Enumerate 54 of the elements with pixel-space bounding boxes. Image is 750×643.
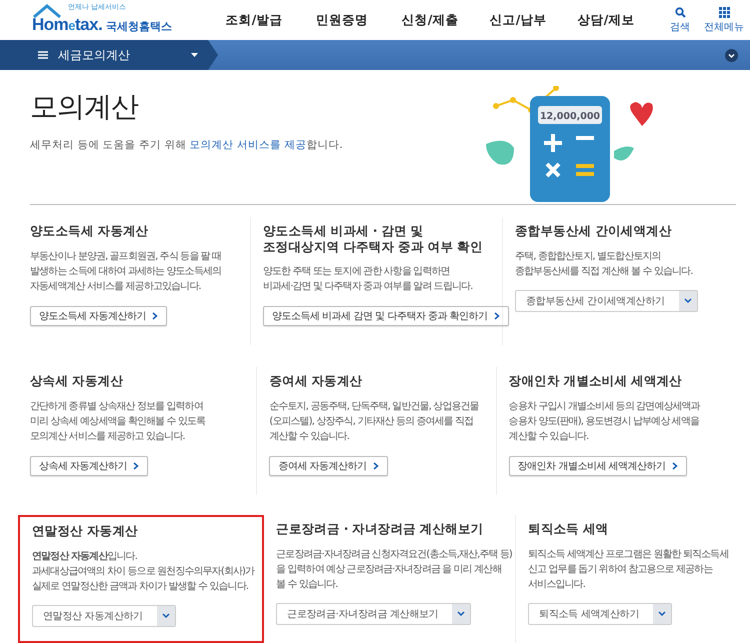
card-description: 주택, 종합합산토지, 별도합산토지의 종합부동산세를 직접 계산해 볼 수 있습니다. — [515, 250, 693, 279]
calculator-select[interactable]: 근로장려금·자녀장려금 계산해보기 — [276, 602, 472, 625]
utility-link[interactable]: 검색 — [670, 6, 690, 34]
service-link[interactable]: 모의계산 서비스를 제공 — [190, 139, 306, 151]
card-description: 양도한 주택 또는 토지에 관한 사항을 입력하면 비과세·감면 및 다주택자 중과 여부를 알려 드립니다. — [263, 265, 472, 294]
card-title: 근로장려금 · 자녀장려금 계산해보기 — [276, 521, 484, 537]
calculator-display: 12,000,000 — [540, 111, 600, 122]
chevron-right-icon — [372, 462, 379, 470]
card-title: 연말정산 자동계산 — [32, 523, 139, 539]
main-menu-item[interactable]: 상담/제보 — [562, 12, 650, 28]
page-description: 세무처리 등에 도움을 주기 위해 모의계산 서비스를 제공합니다. — [30, 138, 344, 152]
utility-link[interactable]: 전체메뉴 — [704, 6, 744, 34]
card-title: 퇴직소득 세액 — [528, 521, 610, 537]
menu-icon — [38, 51, 48, 59]
calculate-button[interactable]: 양도소득세 비과세 감면 및 다주택자 중과 확인하기 — [263, 306, 509, 326]
search-icon — [674, 6, 686, 18]
card-title: 상속세 자동계산 — [30, 373, 124, 389]
main-menu-item[interactable]: 조회/발급 — [210, 12, 298, 28]
card-title: 양도소득세 비과세 · 감면 및 조정대상지역 다주택자 중과 여부 확인 — [263, 223, 484, 254]
calculate-button[interactable]: 장애인차 개별소비세 세액계산하기 — [508, 456, 687, 476]
caret-icon — [191, 53, 198, 57]
page-title: 모의계산 — [30, 89, 140, 125]
location-bar-tip — [208, 40, 218, 70]
grid-menu-icon — [718, 6, 730, 18]
chevron-right-icon — [133, 462, 140, 470]
calculate-button[interactable]: 증여세 자동계산하기 — [269, 456, 388, 476]
card-description: 연말정산 자동계산입니다. 과세대상급여액의 차이 등으로 원천징수의무자(회사)가 실제로 연말정산한 금액과 차이가 발생할 수 있습니다. — [32, 550, 254, 594]
expand-button[interactable] — [725, 48, 738, 62]
card-description: 승용차 구입시 개별소비세 등의 감면예상세액과 승용차 양도(판매), 용도변경시 납부예상 세액을 계산할 수 있습니다. — [508, 400, 700, 444]
house-roof-icon — [32, 4, 62, 18]
chevron-down-icon — [162, 613, 170, 618]
chevron-right-icon — [152, 312, 158, 320]
chevron-down-icon — [658, 611, 666, 616]
chevron-down-icon — [457, 611, 466, 616]
main-menu-item[interactable]: 민원증명 — [298, 12, 386, 28]
calculate-button[interactable]: 양도소득세 자동계산하기 — [30, 306, 168, 326]
card-title: 장애인차 개별소비세 세액계산 — [508, 373, 683, 389]
calculator-select[interactable]: 퇴직소득 세액계산하기 — [528, 602, 672, 625]
card-description: 순수토지, 공동주택, 단독주택, 일반건물, 상업용건물 (오피스텔), 상장주식, 기타재산 등의 증여세를 직접 계산할 수 있습니다. — [269, 400, 479, 444]
calculator-select[interactable]: 종합부동산세 간이세액계산하기 — [515, 290, 698, 312]
chevron-right-icon — [672, 462, 678, 470]
card-description: 부동산이나 분양권, 골프회원권, 주식 등을 팔 때 발생하는 소득에 대하여 과세하는 양도소득세의 자동세액계산 서비스를 제공하고있습니다. — [30, 250, 222, 294]
chevron-right-icon — [494, 312, 500, 320]
card-description: 근로장려금·자녀장려금 신청자격요건(총소득,재산,주택 등) 을 입력하여 예상 근로장려금·자녀장려금 을 미리 계산해 볼 수 있습니다. — [276, 548, 512, 592]
card-title: 양도소득세 자동계산 — [30, 223, 150, 239]
calculate-button[interactable]: 상속세 자동계산하기 — [30, 456, 148, 476]
chevron-down-icon — [684, 298, 692, 304]
card-description: 퇴직소득 세액계산 프로그램은 원활한 퇴직소득세 신고 업무를 돕기 위하여 참고용으로 제공하는 서비스입니다. — [528, 548, 728, 592]
calculator-select[interactable]: 연말정산 자동계산하기 — [32, 604, 176, 627]
main-menu-item[interactable]: 신고/납부 — [474, 12, 562, 28]
card-description: 간단하게 종류별 상속재산 정보를 입력하여 미리 상속세 예상세액을 확인해볼 수 있도록 모의계산 서비스를 제공하고 있습니다. — [30, 400, 206, 444]
card-title: 증여세 자동계산 — [269, 373, 364, 389]
main-menu-item[interactable]: 신청/제출 — [386, 12, 474, 28]
card-title: 종합부동산세 간이세액계산 — [515, 223, 672, 239]
